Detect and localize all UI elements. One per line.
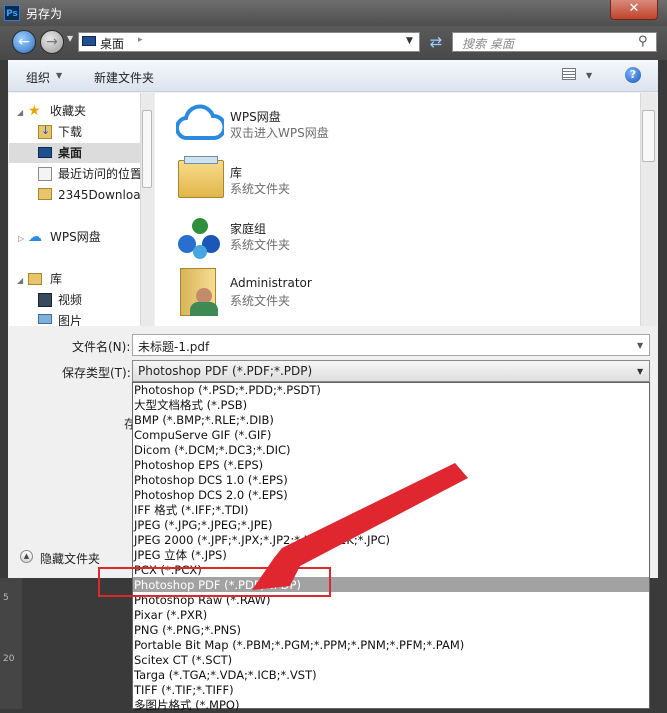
recent-icon [38, 167, 52, 181]
help-icon[interactable]: ? [625, 67, 641, 83]
file-item-desc: 双击进入WPS网盘 [230, 126, 329, 140]
filetype-option[interactable]: Photoshop EPS (*.EPS) [134, 458, 263, 473]
close-button[interactable]: ✕ [610, 0, 658, 20]
filetype-option[interactable]: Photoshop DCS 2.0 (*.EPS) [134, 488, 288, 503]
nav-item-recent[interactable]: 最近访问的位置 [58, 164, 142, 184]
organize-dropdown-icon[interactable]: ▼ [56, 71, 62, 80]
homegroup-icon [178, 218, 220, 259]
address-dropdown-icon[interactable]: ▼ [406, 36, 413, 46]
title-bar [0, 0, 667, 26]
file-item-name[interactable]: 家庭组 [230, 220, 266, 237]
filetype-option[interactable]: Photoshop DCS 1.0 (*.EPS) [134, 473, 288, 488]
watermark-url: jingyan.baidu.com [522, 684, 624, 697]
search-icon[interactable]: ⚲ [638, 34, 648, 49]
video-icon [38, 293, 52, 307]
filetype-option[interactable]: Dicom (*.DCM;*.DC3;*.DIC) [134, 443, 291, 458]
photoshop-app-icon: Ps [4, 5, 20, 21]
collapse-icon[interactable]: ▲ [20, 550, 33, 563]
filetype-option[interactable]: PNG (*.PNG;*.PNS) [134, 623, 241, 638]
cloud-icon [176, 104, 224, 141]
back-arrow-icon: ← [18, 34, 30, 50]
history-dropdown-icon[interactable]: ▼ [67, 34, 73, 43]
file-item-desc: 系统文件夹 [230, 238, 291, 252]
filetype-option[interactable]: Photoshop (*.PSD;*.PDD;*.PSDT) [134, 383, 321, 398]
expand-arrow-icon[interactable]: ◢ [17, 276, 23, 285]
hide-folders-button[interactable]: 隐藏文件夹 [40, 550, 100, 567]
filetype-label: 保存类型(T): [62, 366, 131, 380]
expand-arrow-icon[interactable]: ◢ [17, 108, 23, 117]
nav-item-downloads[interactable]: 下载 [58, 122, 82, 142]
search-placeholder: 搜索 桌面 [462, 37, 514, 51]
filetype-option[interactable]: 大型文档格式 (*.PSB) [134, 398, 247, 413]
user-body-icon [190, 302, 218, 316]
expand-arrow-icon[interactable]: ▷ [18, 234, 24, 243]
nav-scrollbar-thumb[interactable] [142, 110, 152, 188]
filename-label: 文件名(N): [72, 340, 131, 354]
star-icon: ★ [28, 103, 41, 119]
filetype-dropdown-icon[interactable]: ▼ [637, 367, 643, 376]
back-button[interactable]: ← [12, 30, 36, 54]
cloud-icon: ☁ [28, 229, 42, 245]
ruler-mark: 20 [3, 654, 15, 664]
filetype-option[interactable]: TIFF (*.TIF;*.TIFF) [134, 683, 234, 698]
filetype-option[interactable]: IFF 格式 (*.IFF;*.TDI) [134, 503, 248, 518]
file-list [155, 93, 640, 326]
annotation-highlight-box [98, 567, 331, 597]
library-folder-icon [178, 160, 224, 198]
filetype-option[interactable]: JPEG 立体 (*.JPS) [134, 548, 227, 563]
nav-item-wps-cloud[interactable]: WPS网盘 [50, 227, 101, 247]
filetype-option[interactable]: Pixar (*.PXR) [134, 608, 207, 623]
filetype-option[interactable]: 多图片格式 (*.MPO) [134, 698, 239, 713]
library-folder-tab [184, 156, 218, 164]
nav-item-favorites[interactable]: 收藏夹 [50, 101, 86, 121]
filename-input[interactable]: 未标题-1.pdf [132, 334, 650, 356]
breadcrumb-chevron-icon[interactable]: ▸ [138, 35, 143, 45]
file-item-name[interactable]: WPS网盘 [230, 108, 281, 125]
watermark-logo: Baidu经验 [508, 657, 630, 682]
close-icon: ✕ [628, 1, 640, 16]
file-item-desc: 系统文件夹 [230, 182, 291, 196]
filetype-option[interactable]: Portable Bit Map (*.PBM;*.PGM;*.PPM;*.PN… [134, 638, 464, 653]
picture-icon [38, 314, 52, 324]
nav-item-desktop[interactable]: 桌面 [58, 143, 82, 163]
filetype-option[interactable]: Scitex CT (*.SCT) [134, 653, 232, 668]
forward-arrow-icon: → [46, 34, 58, 50]
nav-item-library[interactable]: 库 [50, 269, 62, 289]
file-item-desc: 系统文件夹 [230, 294, 291, 308]
file-item-name[interactable]: 库 [230, 164, 242, 181]
ruler-mark: 5 [3, 593, 9, 603]
view-options-icon[interactable] [562, 68, 576, 80]
address-location[interactable]: 桌面 [100, 35, 124, 52]
address-bar[interactable] [78, 32, 420, 52]
filetype-option[interactable]: BMP (*.BMP;*.RLE;*.DIB) [134, 413, 274, 428]
filetype-option[interactable]: CompuServe GIF (*.GIF) [134, 428, 271, 443]
filetype-option[interactable]: Targa (*.TGA;*.VDA;*.ICB;*.VST) [134, 668, 317, 683]
folder-icon [38, 188, 52, 200]
filetype-option[interactable]: JPEG (*.JPG;*.JPEG;*.JPE) [134, 518, 272, 533]
nav-item-pictures[interactable]: 图片 [58, 311, 82, 326]
nav-item-videos[interactable]: 视频 [58, 290, 82, 310]
window-title: 另存为 [26, 7, 63, 21]
refresh-icon: ⇄ [429, 33, 443, 51]
refresh-button[interactable]: ⇄ [426, 33, 446, 51]
forward-button[interactable]: → [40, 30, 64, 54]
filename-dropdown-icon[interactable]: ▼ [637, 341, 643, 350]
desktop-icon [82, 36, 96, 46]
new-folder-button[interactable]: 新建文件夹 [94, 69, 154, 86]
filetype-option[interactable]: JPEG 2000 (*.JPF;*.JPX;*.JP2;*.J2C;*.J2K… [134, 533, 390, 548]
organize-button[interactable]: 组织 [26, 69, 50, 86]
view-dropdown-icon[interactable]: ▼ [586, 71, 592, 80]
filetype-select[interactable]: Photoshop PDF (*.PDF;*.PDP) [132, 360, 650, 382]
library-icon [28, 273, 42, 285]
file-item-name[interactable]: Administrator [230, 276, 312, 290]
download-arrow-icon: ↓ [41, 124, 51, 137]
desktop-icon [38, 147, 52, 158]
file-list-scrollbar-thumb[interactable] [642, 110, 655, 162]
